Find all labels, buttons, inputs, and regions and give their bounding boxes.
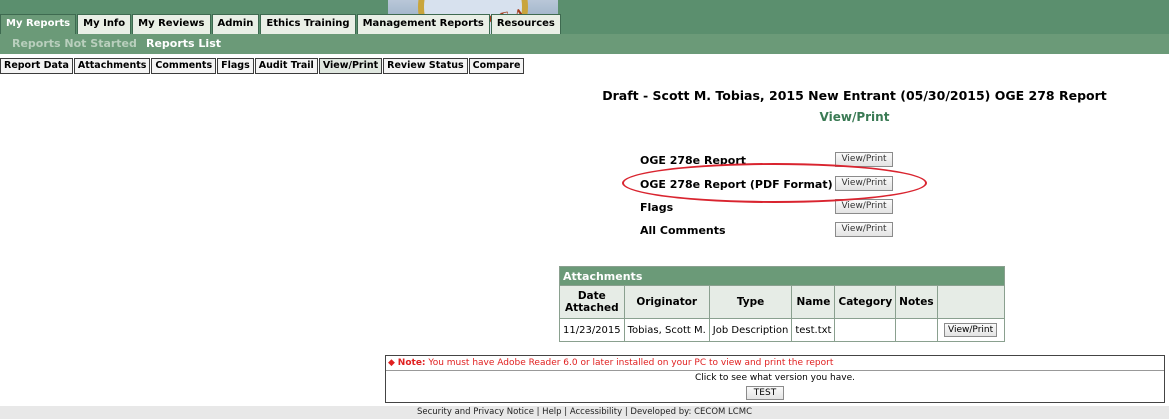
table-row: 11/23/2015 Tobias, Scott M. Job Descript… [559,318,1005,342]
cell-originator: Tobias, Scott M. [623,318,710,342]
note-box: ◆ Note: You must have Adobe Reader 6.0 o… [385,355,1165,403]
report-label-flags: Flags [640,201,674,214]
test-button[interactable]: TEST [746,386,784,400]
note-text: You must have Adobe Reader 6.0 or later … [425,358,834,368]
tab-management-reports[interactable]: Management Reports [356,14,490,34]
report-toolbar: Report Data Attachments Comments Flags A… [0,58,525,74]
note-line: ◆ Note: You must have Adobe Reader 6.0 o… [388,358,833,368]
report-label-all-comments: All Comments [640,224,726,237]
tab-review-status[interactable]: Review Status [383,58,468,74]
header-type: Type [708,285,793,319]
tab-comments[interactable]: Comments [151,58,217,74]
page-title: Draft - Scott M. Tobias, 2015 New Entran… [602,88,1107,103]
report-label-oge-278e-pdf: OGE 278e Report (PDF Format) [640,178,833,191]
attachments-table: Attachments Date Attached Originator Typ… [559,266,1005,342]
header-notes: Notes [895,285,938,319]
tab-resources[interactable]: Resources [490,14,561,34]
view-print-attachment-button[interactable]: View/Print [944,323,998,337]
tab-view-print[interactable]: View/Print [318,58,383,74]
subnav-reports-not-started[interactable]: Reports Not Started [12,34,137,54]
subnav-reports-list[interactable]: Reports List [146,34,221,54]
view-print-oge-278e-pdf-button[interactable]: View/Print [835,176,893,191]
report-label-oge-278e: OGE 278e Report [640,154,747,167]
footer-links[interactable]: Security and Privacy Notice | Help | Acc… [0,406,1169,419]
header-category: Category [834,285,897,319]
tab-compare[interactable]: Compare [468,58,525,74]
header-date-attached: Date Attached [559,285,625,319]
view-print-oge-278e-button[interactable]: View/Print [835,152,893,167]
cell-type: Job Description [708,318,793,342]
cell-date: 11/23/2015 [559,318,625,342]
header-actions [936,285,1005,319]
view-print-flags-button[interactable]: View/Print [835,199,893,214]
page-subtitle: View/Print [819,110,890,124]
top-navigation-bar: S OF A My Reports My Info My Reviews Adm… [0,0,1169,34]
main-tabs: My Reports My Info My Reviews Admin Ethi… [0,14,562,34]
version-text: Click to see what version you have. [695,373,855,383]
tab-my-reviews[interactable]: My Reviews [132,14,211,34]
tab-report-data[interactable]: Report Data [0,58,73,74]
cell-name: test.txt [791,318,836,342]
tab-flags[interactable]: Flags [217,58,254,74]
attachments-caption: Attachments [559,266,1005,286]
tab-my-reports[interactable]: My Reports [0,14,77,34]
sub-navigation-bar: Reports Not Started Reports List [0,34,1169,54]
tab-my-info[interactable]: My Info [77,14,132,34]
note-label: Note: [397,358,426,368]
cell-category [834,318,897,342]
tab-attachments[interactable]: Attachments [73,58,151,74]
view-print-all-comments-button[interactable]: View/Print [835,222,893,237]
cell-notes [895,318,938,342]
tab-admin[interactable]: Admin [211,14,260,34]
tab-ethics-training[interactable]: Ethics Training [260,14,356,34]
cell-action: View/Print [936,318,1005,342]
note-diamond-icon: ◆ [388,358,395,368]
tab-audit-trail[interactable]: Audit Trail [254,58,318,74]
header-name: Name [791,285,836,319]
header-originator: Originator [623,285,710,319]
